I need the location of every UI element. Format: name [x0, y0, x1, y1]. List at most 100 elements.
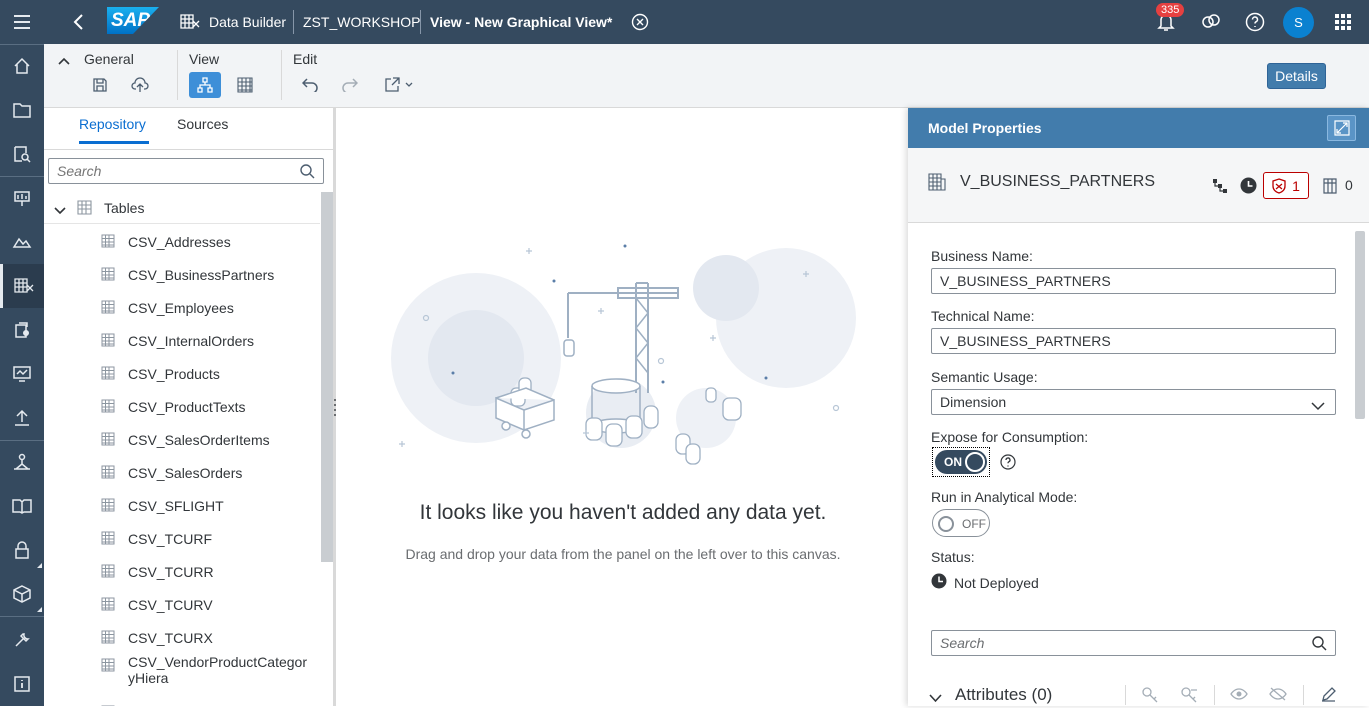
- deploy-icon[interactable]: [124, 72, 156, 98]
- home-icon[interactable]: [0, 44, 44, 88]
- space-name[interactable]: ZST_WORKSHOP: [303, 0, 420, 44]
- tree-item-table[interactable]: CSV_TCURV: [44, 588, 320, 621]
- technical-name-input[interactable]: V_BUSINESS_PARTNERS: [931, 328, 1336, 354]
- hide-icon[interactable]: [1269, 687, 1287, 706]
- redo-icon[interactable]: [334, 72, 366, 98]
- analytical-mode-switch[interactable]: OFF: [932, 509, 990, 537]
- history-icon[interactable]: [1240, 177, 1257, 199]
- attributes-search[interactable]: Search: [931, 630, 1336, 656]
- tree-item-table[interactable]: CSV_TCURR: [44, 555, 320, 588]
- modeling-icon[interactable]: [0, 220, 44, 264]
- tree-item-table[interactable]: CSV_SalesOrders: [44, 456, 320, 489]
- edit-icon[interactable]: [1321, 687, 1336, 707]
- catalog-icon[interactable]: [0, 484, 44, 528]
- tree-item-table[interactable]: CSV_BusinessPartners: [44, 258, 320, 291]
- show-icon[interactable]: [1230, 687, 1248, 705]
- tree-item-label: CSV_InternalOrders: [128, 332, 255, 349]
- table-view-icon[interactable]: [229, 72, 261, 98]
- notification-badge: 335: [1156, 3, 1185, 17]
- compound-key-icon[interactable]: [1181, 687, 1199, 708]
- tree-item-table[interactable]: CSV_VendorProductCategoryHiera: [44, 654, 320, 692]
- tree-item-table[interactable]: CSV_ProductTexts: [44, 390, 320, 423]
- feedback-icon[interactable]: [1201, 0, 1221, 44]
- story-icon[interactable]: [0, 176, 44, 220]
- expand-icon[interactable]: [1327, 115, 1356, 141]
- table-icon: [101, 234, 115, 248]
- close-tab-icon[interactable]: [631, 0, 649, 44]
- app-title[interactable]: Data Builder: [209, 0, 286, 44]
- tree-item-table[interactable]: CSV_TCURF: [44, 522, 320, 555]
- chevron-down-icon[interactable]: [54, 203, 66, 219]
- tree-item-table[interactable]: CSV_SalesOrderItems: [44, 423, 320, 456]
- tree-item-label: CSV_TCURX: [128, 629, 213, 646]
- avatar[interactable]: S: [1283, 7, 1314, 38]
- details-button[interactable]: Details: [1267, 63, 1326, 89]
- product-switch-icon[interactable]: [1335, 0, 1351, 44]
- undo-icon[interactable]: [294, 72, 326, 98]
- back-icon[interactable]: [72, 0, 84, 44]
- clock-icon: [931, 573, 947, 594]
- lineage-icon[interactable]: [1212, 178, 1228, 199]
- tree-item-table[interactable]: CSV_TCURX: [44, 621, 320, 654]
- table-icon: [101, 597, 115, 611]
- analytical-mode-label: Run in Analytical Mode:: [931, 489, 1078, 505]
- expose-consumption-switch[interactable]: ON: [932, 447, 990, 477]
- tree-root-tables[interactable]: Tables: [44, 192, 320, 224]
- data-search-icon[interactable]: [0, 132, 44, 176]
- chevron-down-icon[interactable]: [1311, 398, 1325, 414]
- tree-item-table[interactable]: CSV_SFLIGHT: [44, 489, 320, 522]
- help-icon[interactable]: [1000, 454, 1016, 475]
- tree-item-label: CSV_TCURR: [128, 563, 214, 580]
- graphical-canvas[interactable]: It looks like you haven't added any data…: [334, 108, 908, 706]
- table-icon: [101, 658, 115, 672]
- business-name-input[interactable]: V_BUSINESS_PARTNERS: [931, 268, 1336, 294]
- diagram-view-icon[interactable]: [189, 72, 221, 98]
- tree-item-label: CSV_ProductTexts: [128, 398, 246, 415]
- tree-item-label: CSV_VendorProductCategoryHiera: [128, 654, 307, 686]
- technical-name-label: Technical Name:: [931, 308, 1035, 324]
- key-icon[interactable]: [1142, 687, 1158, 708]
- folder-icon[interactable]: [0, 88, 44, 132]
- empty-state-subtitle: Drag and drop your data from the panel o…: [405, 546, 841, 562]
- help-icon[interactable]: [1245, 0, 1265, 44]
- repository-panel: Repository Sources Tables CSV_Addresses C…: [44, 108, 334, 706]
- data-builder-icon[interactable]: [0, 264, 44, 308]
- repository-search-input[interactable]: [49, 159, 289, 183]
- search-icon[interactable]: [300, 164, 315, 179]
- edit-label: Edit: [293, 51, 318, 67]
- menu-icon[interactable]: [0, 0, 44, 44]
- tree-item-table[interactable]: CSV_VendorProducts: [44, 696, 320, 706]
- tree-item-label: CSV_BusinessPartners: [128, 266, 275, 283]
- tree-item-table[interactable]: CSV_Addresses: [44, 225, 320, 258]
- panel-resize-handle[interactable]: [333, 398, 337, 421]
- tab-sources[interactable]: Sources: [177, 116, 228, 132]
- search-icon[interactable]: [1312, 636, 1327, 654]
- tools-icon[interactable]: [0, 618, 44, 662]
- chevron-down-icon[interactable]: [929, 690, 942, 708]
- collapse-toolbar-icon[interactable]: [58, 53, 70, 71]
- table-icon: [101, 399, 115, 413]
- export-menu-icon[interactable]: [376, 72, 422, 98]
- validation-errors-badge[interactable]: 1: [1263, 172, 1309, 199]
- tab-repository[interactable]: Repository: [79, 116, 146, 132]
- sap-logo[interactable]: SAP: [107, 7, 159, 34]
- info-icon[interactable]: [0, 662, 44, 706]
- status-label: Status:: [931, 549, 975, 565]
- package-icon[interactable]: [0, 572, 44, 616]
- upload-icon[interactable]: [0, 396, 44, 440]
- properties-scrollbar[interactable]: [1355, 231, 1365, 419]
- tree-item-table[interactable]: CSV_Employees: [44, 291, 320, 324]
- network-icon[interactable]: [0, 440, 44, 484]
- business-builder-icon[interactable]: [0, 308, 44, 352]
- repository-scrollbar[interactable]: [321, 192, 333, 562]
- save-icon[interactable]: [84, 72, 116, 98]
- tree-item-label: CSV_TCURF: [128, 530, 213, 547]
- monitor-icon[interactable]: [0, 352, 44, 396]
- tree-item-table[interactable]: CSV_Products: [44, 357, 320, 390]
- attributes-section: Attributes (0): [908, 680, 1369, 706]
- shell-bar: SAP Data Builder ZST_WORKSHOP View - New…: [44, 0, 1369, 44]
- tree-item-table[interactable]: CSV_InternalOrders: [44, 324, 320, 357]
- semantic-usage-select[interactable]: Dimension: [931, 389, 1336, 415]
- properties-header: Model Properties: [908, 108, 1369, 148]
- security-icon[interactable]: [0, 528, 44, 572]
